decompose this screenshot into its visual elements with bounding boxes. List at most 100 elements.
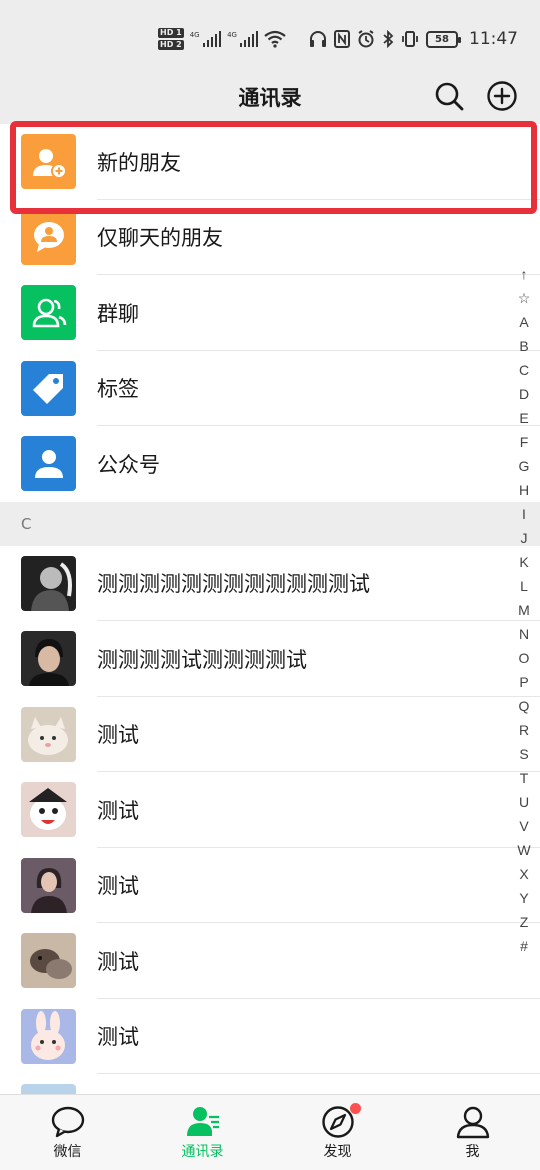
index-letter[interactable]: ↑ [521,262,528,286]
chat-bubble-icon [51,1106,84,1138]
contact-row[interactable]: 测试 [0,696,540,772]
index-letter[interactable]: X [519,862,528,886]
tab-chats[interactable]: 微信 [0,1095,135,1170]
contacts-icon [186,1107,219,1136]
contact-name: 测试 [97,949,139,974]
avatar [21,782,76,838]
index-letter[interactable]: Z [520,910,529,934]
signal-2-icon: 4G [227,31,259,47]
contact-row[interactable]: 测试 [0,772,540,848]
tab-discover[interactable]: 发现 [270,1095,405,1170]
tab-label: 微信 [53,1144,82,1160]
index-letter[interactable]: F [520,430,529,454]
index-letter[interactable]: I [522,502,526,526]
avatar [21,857,76,913]
index-letter[interactable]: K [519,550,528,574]
nfc-icon [334,30,350,48]
index-letter[interactable]: A [519,310,528,334]
notification-dot [350,1103,361,1114]
tab-label: 通讯录 [181,1144,224,1160]
network-2-label: 4G [227,31,237,39]
index-letter[interactable]: D [519,382,529,406]
index-letter[interactable]: T [520,766,529,790]
index-letter[interactable]: O [519,646,530,670]
menu-tags[interactable]: 标签 [0,350,540,426]
menu-label: 仅聊天的朋友 [97,226,223,251]
contact-name: 测试 [97,1025,139,1050]
chat-only-icon [21,209,76,265]
contact-name: 测测测测测测测测测测测测试 [97,572,370,597]
network-1-label: 4G [189,31,200,39]
index-letter[interactable]: R [519,718,529,742]
index-letter[interactable]: N [519,622,529,646]
contact-name: 测试 [97,798,139,823]
menu-label: 公众号 [97,452,160,477]
index-letter[interactable]: W [517,838,530,862]
contact-row[interactable]: 测测测测试测测测测试 [0,621,540,697]
index-letter[interactable]: C [519,358,529,382]
avatar [21,706,76,762]
menu-official-accounts[interactable]: 公众号 [0,426,540,502]
group-chat-icon [21,285,76,341]
hd1-label: HD 1 [158,28,184,38]
index-letter[interactable]: H [519,478,529,502]
new-friend-icon [21,134,76,190]
contact-row[interactable]: 测试 [0,923,540,999]
hd2-label: HD 2 [158,40,184,50]
battery-icon: 58 [426,30,461,48]
index-letter[interactable]: J [521,526,528,550]
contact-row[interactable]: 测试 [0,847,540,923]
avatar [21,555,76,611]
index-letter[interactable]: Y [519,886,528,910]
index-letter[interactable]: S [519,742,528,766]
menu-label: 标签 [97,377,139,402]
search-icon[interactable] [433,80,465,112]
index-letter[interactable]: U [519,790,529,814]
person-icon [456,1106,489,1139]
vibrate-icon [402,31,418,47]
add-circle-icon[interactable] [486,80,518,112]
menu-label: 新的朋友 [97,150,181,175]
status-bar: HD 1 HD 2 4G 4G 58 11:47 [0,0,540,72]
avatar [21,933,76,989]
official-account-icon [21,436,76,492]
tag-icon [21,360,76,416]
contact-name: 测试 [97,723,139,748]
alphabet-index[interactable]: ↑ ☆ A B C D E F G H I J K L M N O P Q R S T U V W X Y Z # [513,262,535,958]
battery-level: 58 [435,33,449,45]
index-letter[interactable]: P [519,670,528,694]
index-letter[interactable]: E [519,406,528,430]
avatar [21,631,76,687]
avatar [21,1008,76,1064]
tab-me[interactable]: 我 [405,1095,540,1170]
index-letter[interactable]: V [519,814,528,838]
menu-label: 群聊 [97,301,139,326]
index-letter[interactable]: Q [519,694,530,718]
index-letter[interactable]: M [518,598,530,622]
signal-1-icon: 4G [189,31,222,47]
title-bar: 通讯录 [0,72,540,124]
index-letter[interactable]: B [519,334,528,358]
wifi-icon [264,30,287,48]
menu-new-friends[interactable]: 新的朋友 [0,124,540,200]
tab-label: 我 [465,1144,480,1160]
menu-group-chats[interactable]: 群聊 [0,275,540,351]
headphones-icon [310,31,326,47]
menu-chat-only-friends[interactable]: 仅聊天的朋友 [0,199,540,275]
status-time: 11:47 [469,29,518,49]
index-letter[interactable]: # [520,934,528,958]
contact-row[interactable]: 测试 [0,998,540,1074]
hd-indicator: HD 1 HD 2 [158,28,184,50]
tab-contacts[interactable]: 通讯录 [135,1095,270,1170]
section-header-c: C [0,501,540,546]
tab-bar: 微信 通讯录 发现 我 [0,1094,540,1170]
index-letter[interactable]: L [520,574,528,598]
bluetooth-icon [383,30,394,48]
alarm-icon [358,30,374,48]
contact-name: 测测测测试测测测测试 [97,647,307,672]
tab-label: 发现 [323,1144,352,1160]
contacts-list: 新的朋友 仅聊天的朋友 群聊 标签 公众号 C 测测测测测测测测测测测测试 测测… [0,124,540,1150]
index-letter[interactable]: ☆ [518,286,531,310]
index-letter[interactable]: G [519,454,530,478]
contact-row[interactable]: 测测测测测测测测测测测测试 [0,545,540,621]
